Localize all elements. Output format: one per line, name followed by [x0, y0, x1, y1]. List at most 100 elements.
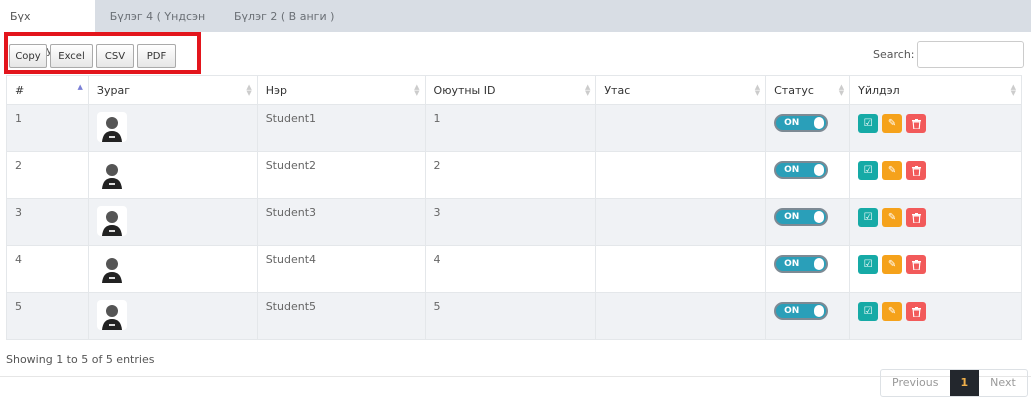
toggle-label: ON [784, 259, 800, 269]
tab-group-4[interactable]: Бүлэг 4 ( Үндсэн ) [95, 0, 220, 57]
check-square-icon[interactable]: ☑ [858, 302, 879, 321]
column-header[interactable]: Нэр ▲ ▼ [256, 75, 426, 105]
csv-button[interactable]: CSV [96, 44, 134, 68]
phone [595, 151, 767, 199]
column-label: Нэр [265, 83, 287, 97]
column-header[interactable]: Зураг ▲ ▼ [87, 75, 258, 105]
status-cell: ON [765, 245, 851, 293]
toggle-knob [814, 117, 825, 129]
trash-icon[interactable] [906, 255, 927, 274]
tab-all-students[interactable]: Бүх оюутнууд [0, 0, 95, 57]
photo-cell [87, 104, 258, 152]
student-id: 2 [424, 151, 597, 199]
column-header[interactable]: # ▲ [6, 75, 89, 105]
toggle-knob [814, 258, 825, 270]
trash-icon[interactable] [906, 208, 927, 227]
search: Search: [873, 41, 1024, 68]
sort-icon: ▲ ▼ [1010, 83, 1016, 97]
student-id: 1 [424, 104, 597, 152]
column-header[interactable]: Оюутны ID ▲ ▼ [424, 75, 597, 105]
actions-cell: ☑ ✎ [849, 151, 1022, 199]
actions-cell: ☑ ✎ [849, 104, 1022, 152]
column-label: # [15, 83, 25, 97]
pagination: Previous 1 Next [880, 369, 1028, 397]
check-square-icon[interactable]: ☑ [858, 161, 879, 180]
table-row: 5 Student5 5 ON ☑ ✎ [6, 292, 1022, 340]
column-label: Статус [774, 83, 814, 97]
toggle-knob [814, 164, 825, 176]
student-name: Student4 [256, 245, 426, 293]
phone [595, 292, 767, 340]
status-toggle[interactable]: ON [774, 208, 829, 226]
actions-cell: ☑ ✎ [849, 292, 1022, 340]
check-square-icon[interactable]: ☑ [858, 208, 879, 227]
status-cell: ON [765, 151, 851, 199]
row-number: 1 [6, 104, 89, 152]
avatar [96, 206, 127, 236]
pdf-button[interactable]: PDF [137, 44, 176, 68]
previous-button[interactable]: Previous [881, 370, 950, 396]
column-header[interactable]: Үйлдэл ▲ ▼ [849, 75, 1022, 105]
sort-icon: ▲ ▼ [246, 83, 252, 97]
next-button[interactable]: Next [979, 370, 1027, 396]
search-input[interactable] [916, 41, 1024, 68]
phone [595, 104, 767, 152]
edit-icon[interactable]: ✎ [882, 208, 903, 227]
sort-icon: ▲ ▼ [414, 83, 420, 97]
edit-icon[interactable]: ✎ [882, 302, 903, 321]
photo-cell [87, 245, 258, 293]
phone [595, 245, 767, 293]
status-toggle[interactable]: ON [774, 302, 829, 320]
column-header[interactable]: Статус ▲ ▼ [765, 75, 851, 105]
column-label: Зураг [96, 83, 130, 97]
column-label: Утас [604, 83, 631, 97]
avatar [96, 112, 127, 142]
column-header[interactable]: Утас ▲ ▼ [595, 75, 767, 105]
sort-icon: ▲ ▼ [754, 83, 761, 97]
student-name: Student5 [256, 292, 426, 340]
status-cell: ON [765, 292, 851, 340]
avatar [96, 159, 127, 189]
sort-icon: ▲ ▼ [838, 83, 845, 97]
trash-icon[interactable] [906, 302, 927, 321]
toggle-label: ON [784, 118, 800, 128]
status-cell: ON [765, 104, 851, 152]
trash-icon[interactable] [906, 161, 927, 180]
page-1-button[interactable]: 1 [949, 370, 980, 396]
sort-icon: ▲ [77, 83, 83, 91]
check-square-icon[interactable]: ☑ [858, 114, 879, 133]
student-name: Student1 [256, 104, 426, 152]
photo-cell [87, 151, 258, 199]
excel-button[interactable]: Excel [50, 44, 93, 68]
status-toggle[interactable]: ON [774, 114, 829, 132]
status-toggle[interactable]: ON [774, 255, 829, 273]
status-cell: ON [765, 198, 851, 246]
copy-button[interactable]: Copy [9, 44, 47, 68]
status-toggle[interactable]: ON [774, 161, 829, 179]
phone [595, 198, 767, 246]
actions-cell: ☑ ✎ [849, 245, 1022, 293]
trash-icon[interactable] [906, 114, 927, 133]
row-number: 3 [6, 198, 89, 246]
edit-icon[interactable]: ✎ [882, 255, 903, 274]
toggle-knob [814, 305, 825, 317]
toggle-label: ON [784, 165, 800, 175]
search-label: Search: [873, 48, 915, 61]
row-number: 5 [6, 292, 89, 340]
tab-group-2[interactable]: Бүлэг 2 ( В анги ) [220, 0, 348, 32]
student-name: Student3 [256, 198, 426, 246]
table-row: 1 Student1 1 ON ☑ ✎ [6, 104, 1022, 152]
avatar [96, 300, 127, 330]
check-square-icon[interactable]: ☑ [858, 255, 879, 274]
toggle-label: ON [784, 212, 800, 222]
column-label: Үйлдэл [858, 83, 900, 97]
student-id: 5 [424, 292, 597, 340]
edit-icon[interactable]: ✎ [882, 114, 903, 133]
edit-icon[interactable]: ✎ [882, 161, 903, 180]
entries-info: Showing 1 to 5 of 5 entries [6, 353, 155, 366]
row-number: 2 [6, 151, 89, 199]
photo-cell [87, 292, 258, 340]
table-row: 3 Student3 3 ON ☑ ✎ [6, 198, 1022, 246]
divider [0, 376, 1031, 377]
column-label: Оюутны ID [433, 83, 496, 97]
